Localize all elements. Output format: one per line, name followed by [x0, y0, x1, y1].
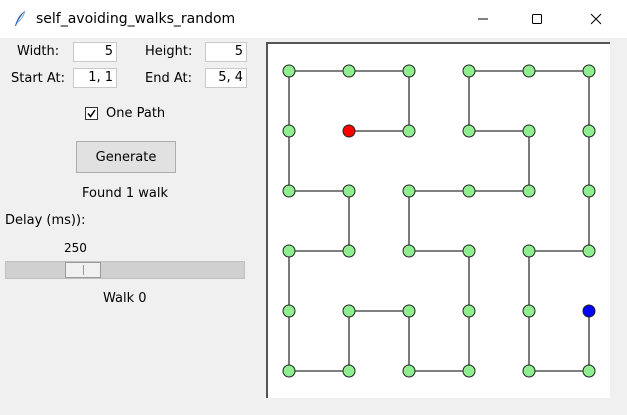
- one-path-checkbox[interactable]: [85, 107, 98, 120]
- grid-node: [342, 64, 356, 78]
- grid-node: [582, 64, 596, 78]
- grid-node: [342, 304, 356, 318]
- height-input[interactable]: 5: [205, 42, 247, 62]
- end-label: End At:: [145, 71, 192, 86]
- grid-node: [522, 244, 536, 258]
- start-input[interactable]: 1, 1: [73, 68, 117, 88]
- delay-slider[interactable]: [5, 261, 245, 279]
- one-path-label: One Path: [106, 106, 166, 121]
- grid-node: [582, 364, 596, 378]
- grid-node: [462, 64, 476, 78]
- delay-label: Delay (ms)):: [5, 213, 86, 228]
- feather-icon: [15, 10, 26, 26]
- width-label: Width:: [17, 44, 60, 59]
- checkmark-icon: [87, 109, 96, 118]
- walk-canvas: [266, 42, 610, 398]
- close-button[interactable]: [572, 0, 620, 38]
- title-bar: self_avoiding_walks_random: [0, 0, 627, 38]
- grid-node: [402, 304, 416, 318]
- delay-value: 250: [64, 241, 87, 255]
- grid-node: [402, 64, 416, 78]
- delay-slider-thumb[interactable]: [65, 262, 101, 278]
- grid-node: [462, 244, 476, 258]
- grid-node: [462, 124, 476, 138]
- grid-node: [522, 364, 536, 378]
- end-input[interactable]: 5, 4: [205, 68, 247, 88]
- grid-node: [402, 124, 416, 138]
- grid-node: [522, 64, 536, 78]
- minimize-icon: [478, 18, 488, 20]
- grid-node: [522, 124, 536, 138]
- slider-grip: [83, 265, 84, 275]
- generate-button[interactable]: Generate: [76, 141, 176, 173]
- close-icon: [590, 13, 602, 25]
- grid-node: [342, 184, 356, 198]
- grid-node: [522, 304, 536, 318]
- maximize-button[interactable]: [513, 0, 561, 38]
- grid-node: [342, 244, 356, 258]
- grid-node: [342, 364, 356, 378]
- start-label: Start At:: [11, 71, 66, 86]
- minimize-button[interactable]: [459, 0, 507, 38]
- start-node: [342, 124, 356, 138]
- grid-node: [462, 304, 476, 318]
- walk-grid: [282, 64, 596, 378]
- grid-node: [282, 124, 296, 138]
- grid-node: [402, 184, 416, 198]
- grid-node: [282, 364, 296, 378]
- end-node: [582, 304, 596, 318]
- status-text: Found 1 walk: [82, 186, 168, 201]
- height-label: Height:: [145, 44, 193, 59]
- window-title: self_avoiding_walks_random: [36, 11, 236, 27]
- grid-node: [462, 184, 476, 198]
- grid-node: [282, 64, 296, 78]
- grid-node: [402, 364, 416, 378]
- grid-node: [402, 244, 416, 258]
- grid-node: [282, 244, 296, 258]
- walk-label: Walk 0: [103, 291, 147, 306]
- maximize-icon: [532, 14, 542, 24]
- grid-node: [282, 304, 296, 318]
- grid-node: [582, 184, 596, 198]
- grid-node: [462, 364, 476, 378]
- grid-node: [522, 184, 536, 198]
- width-input[interactable]: 5: [73, 42, 117, 62]
- grid-node: [282, 184, 296, 198]
- grid-node: [582, 124, 596, 138]
- grid-node: [582, 244, 596, 258]
